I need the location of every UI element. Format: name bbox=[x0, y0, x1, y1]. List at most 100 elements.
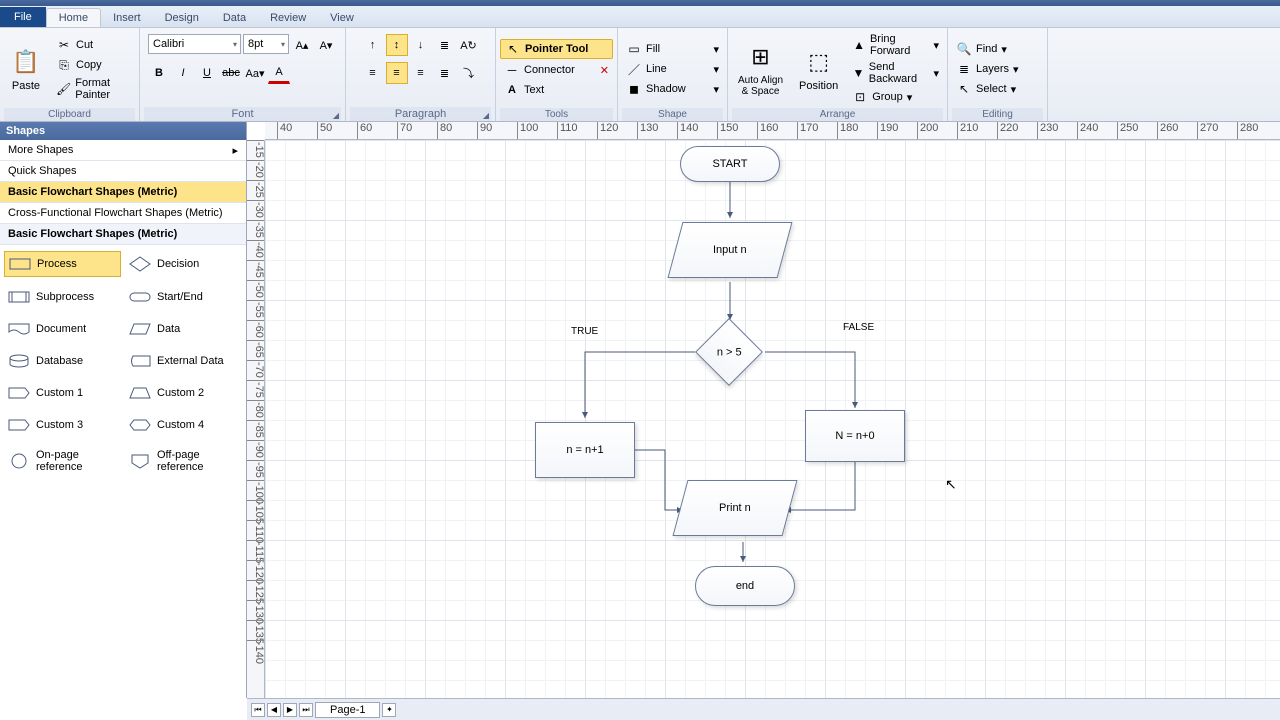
shape-item-custom-3[interactable]: Custom 3 bbox=[4, 413, 121, 437]
flow-right-process[interactable]: N = n+0 bbox=[805, 410, 905, 462]
shape-item-label: Custom 2 bbox=[157, 387, 204, 399]
page-tabs: ⏮ ◀ ▶ ⏭ Page-1 ✦ bbox=[247, 698, 1280, 720]
tab-review[interactable]: Review bbox=[258, 9, 318, 27]
shape-item-label: Off-page reference bbox=[157, 449, 238, 473]
text-tool-button[interactable]: AText bbox=[500, 81, 613, 99]
justify-button[interactable]: ≣ bbox=[434, 62, 456, 84]
send-backward-button[interactable]: ▼Send Backward▾ bbox=[848, 60, 943, 86]
page-last-button[interactable]: ⏭ bbox=[299, 703, 313, 717]
shape-item-external-data[interactable]: External Data bbox=[125, 349, 242, 373]
tab-data[interactable]: Data bbox=[211, 9, 258, 27]
new-page-button[interactable]: ✦ bbox=[382, 703, 396, 717]
align-bottom-button[interactable]: ↓ bbox=[410, 34, 432, 56]
layers-button[interactable]: ≣Layers▾ bbox=[952, 60, 1043, 78]
flow-decision[interactable]: n > 5 bbox=[695, 318, 763, 386]
shape-item-document[interactable]: Document bbox=[4, 317, 121, 341]
auto-align-button[interactable]: ⊞Auto Align & Space bbox=[732, 39, 789, 99]
paragraph-dialog-launcher[interactable]: ◢ bbox=[483, 111, 489, 120]
font-color-button[interactable]: A bbox=[268, 62, 290, 84]
text-direction-button[interactable]: A↻ bbox=[458, 34, 480, 56]
shape-item-label: Custom 1 bbox=[36, 387, 83, 399]
horizontal-ruler: 4050607080901001101201301401501601701801… bbox=[265, 122, 1280, 140]
flow-left-process[interactable]: n = n+1 bbox=[535, 422, 635, 478]
page-next-button[interactable]: ▶ bbox=[283, 703, 297, 717]
tab-view[interactable]: View bbox=[318, 9, 366, 27]
align-middle-button[interactable]: ↕ bbox=[386, 34, 408, 56]
fill-button[interactable]: ▭Fill▾ bbox=[622, 40, 723, 58]
close-icon[interactable]: ✕ bbox=[600, 64, 609, 77]
quick-shapes-cat[interactable]: Quick Shapes bbox=[0, 161, 246, 182]
page-prev-button[interactable]: ◀ bbox=[267, 703, 281, 717]
align-top-button[interactable]: ↑ bbox=[362, 34, 384, 56]
grow-font-button[interactable]: A▴ bbox=[291, 34, 313, 56]
shape-item-label: On-page reference bbox=[36, 449, 117, 473]
strike-button[interactable]: abc bbox=[220, 62, 242, 84]
pointer-tool-button[interactable]: ↖Pointer Tool bbox=[500, 39, 613, 59]
clipboard-group-label: Clipboard bbox=[4, 108, 135, 121]
tab-file[interactable]: File bbox=[0, 7, 46, 27]
shape-item-data[interactable]: Data bbox=[125, 317, 242, 341]
shape-item-label: Decision bbox=[157, 258, 199, 270]
case-button[interactable]: Aa▾ bbox=[244, 62, 266, 84]
line-button[interactable]: ／Line▾ bbox=[622, 60, 723, 78]
false-label: FALSE bbox=[843, 322, 874, 333]
format-painter-button[interactable]: 🖌Format Painter bbox=[52, 76, 135, 102]
underline-button[interactable]: U bbox=[196, 62, 218, 84]
italic-button[interactable]: I bbox=[172, 62, 194, 84]
bring-forward-button[interactable]: ▲Bring Forward▾ bbox=[848, 32, 943, 58]
flow-start[interactable]: START bbox=[680, 146, 780, 182]
shape-item-custom-4[interactable]: Custom 4 bbox=[125, 413, 242, 437]
shape-item-start-end[interactable]: Start/End bbox=[125, 285, 242, 309]
font-size-combo[interactable]: 8pt bbox=[243, 34, 289, 54]
crossfunc-flowchart-cat[interactable]: Cross-Functional Flowchart Shapes (Metri… bbox=[0, 203, 246, 224]
tab-design[interactable]: Design bbox=[153, 9, 211, 27]
basic-flowchart-cat2[interactable]: Basic Flowchart Shapes (Metric) bbox=[0, 224, 246, 245]
group-button[interactable]: ⊡Group▾ bbox=[848, 88, 943, 106]
copy-button[interactable]: ⎘Copy bbox=[52, 56, 135, 74]
font-dialog-launcher[interactable]: ◢ bbox=[333, 111, 339, 120]
align-right-button[interactable]: ≡ bbox=[410, 62, 432, 84]
page-first-button[interactable]: ⏮ bbox=[251, 703, 265, 717]
shape-item-label: External Data bbox=[157, 355, 224, 367]
connector-tool-button[interactable]: ─Connector✕ bbox=[500, 61, 613, 79]
tools-group-label: Tools bbox=[500, 108, 613, 121]
align-left-button[interactable]: ≡ bbox=[362, 62, 384, 84]
group-icon: ⊡ bbox=[852, 89, 868, 105]
bullets-button[interactable]: ≣ bbox=[434, 34, 456, 56]
shape-item-custom-2[interactable]: Custom 2 bbox=[125, 381, 242, 405]
shape-icon bbox=[129, 256, 151, 272]
more-shapes-button[interactable]: More Shapes bbox=[0, 140, 246, 161]
shape-item-on-page-reference[interactable]: On-page reference bbox=[4, 445, 121, 477]
shape-item-database[interactable]: Database bbox=[4, 349, 121, 373]
cut-button[interactable]: ✂Cut bbox=[52, 36, 135, 54]
page-tab-1[interactable]: Page-1 bbox=[315, 702, 380, 718]
shadow-button[interactable]: ◼Shadow▾ bbox=[622, 80, 723, 98]
font-name-combo[interactable]: Calibri bbox=[148, 34, 241, 54]
tab-insert[interactable]: Insert bbox=[101, 9, 153, 27]
shape-item-label: Document bbox=[36, 323, 86, 335]
shape-item-label: Subprocess bbox=[36, 291, 94, 303]
shape-item-decision[interactable]: Decision bbox=[125, 251, 242, 277]
flow-print[interactable]: Print n bbox=[672, 480, 797, 536]
find-button[interactable]: 🔍Find▾ bbox=[952, 40, 1043, 58]
drawing-canvas[interactable]: START Input n n > 5 TRUE FALSE n = n+1 N… bbox=[265, 140, 1280, 698]
select-button[interactable]: ↖Select▾ bbox=[952, 80, 1043, 98]
rotate-text-button[interactable]: ⤵ bbox=[458, 62, 480, 84]
shape-item-off-page-reference[interactable]: Off-page reference bbox=[125, 445, 242, 477]
flow-end[interactable]: end bbox=[695, 566, 795, 606]
tab-home[interactable]: Home bbox=[46, 8, 101, 27]
canvas-area[interactable]: 4050607080901001101201301401501601701801… bbox=[247, 122, 1280, 698]
shape-item-custom-1[interactable]: Custom 1 bbox=[4, 381, 121, 405]
shape-item-process[interactable]: Process bbox=[4, 251, 121, 277]
shape-icon bbox=[129, 417, 151, 433]
bold-button[interactable]: B bbox=[148, 62, 170, 84]
shape-item-subprocess[interactable]: Subprocess bbox=[4, 285, 121, 309]
basic-flowchart-cat[interactable]: Basic Flowchart Shapes (Metric) bbox=[0, 182, 246, 203]
shape-icon bbox=[8, 417, 30, 433]
align-center-button[interactable]: ≡ bbox=[386, 62, 408, 84]
shrink-font-button[interactable]: A▾ bbox=[315, 34, 337, 56]
flow-input[interactable]: Input n bbox=[667, 222, 792, 278]
line-icon: ／ bbox=[626, 61, 642, 77]
paste-button[interactable]: 📋 Paste bbox=[4, 44, 48, 94]
position-button[interactable]: ⬚Position bbox=[793, 44, 844, 94]
